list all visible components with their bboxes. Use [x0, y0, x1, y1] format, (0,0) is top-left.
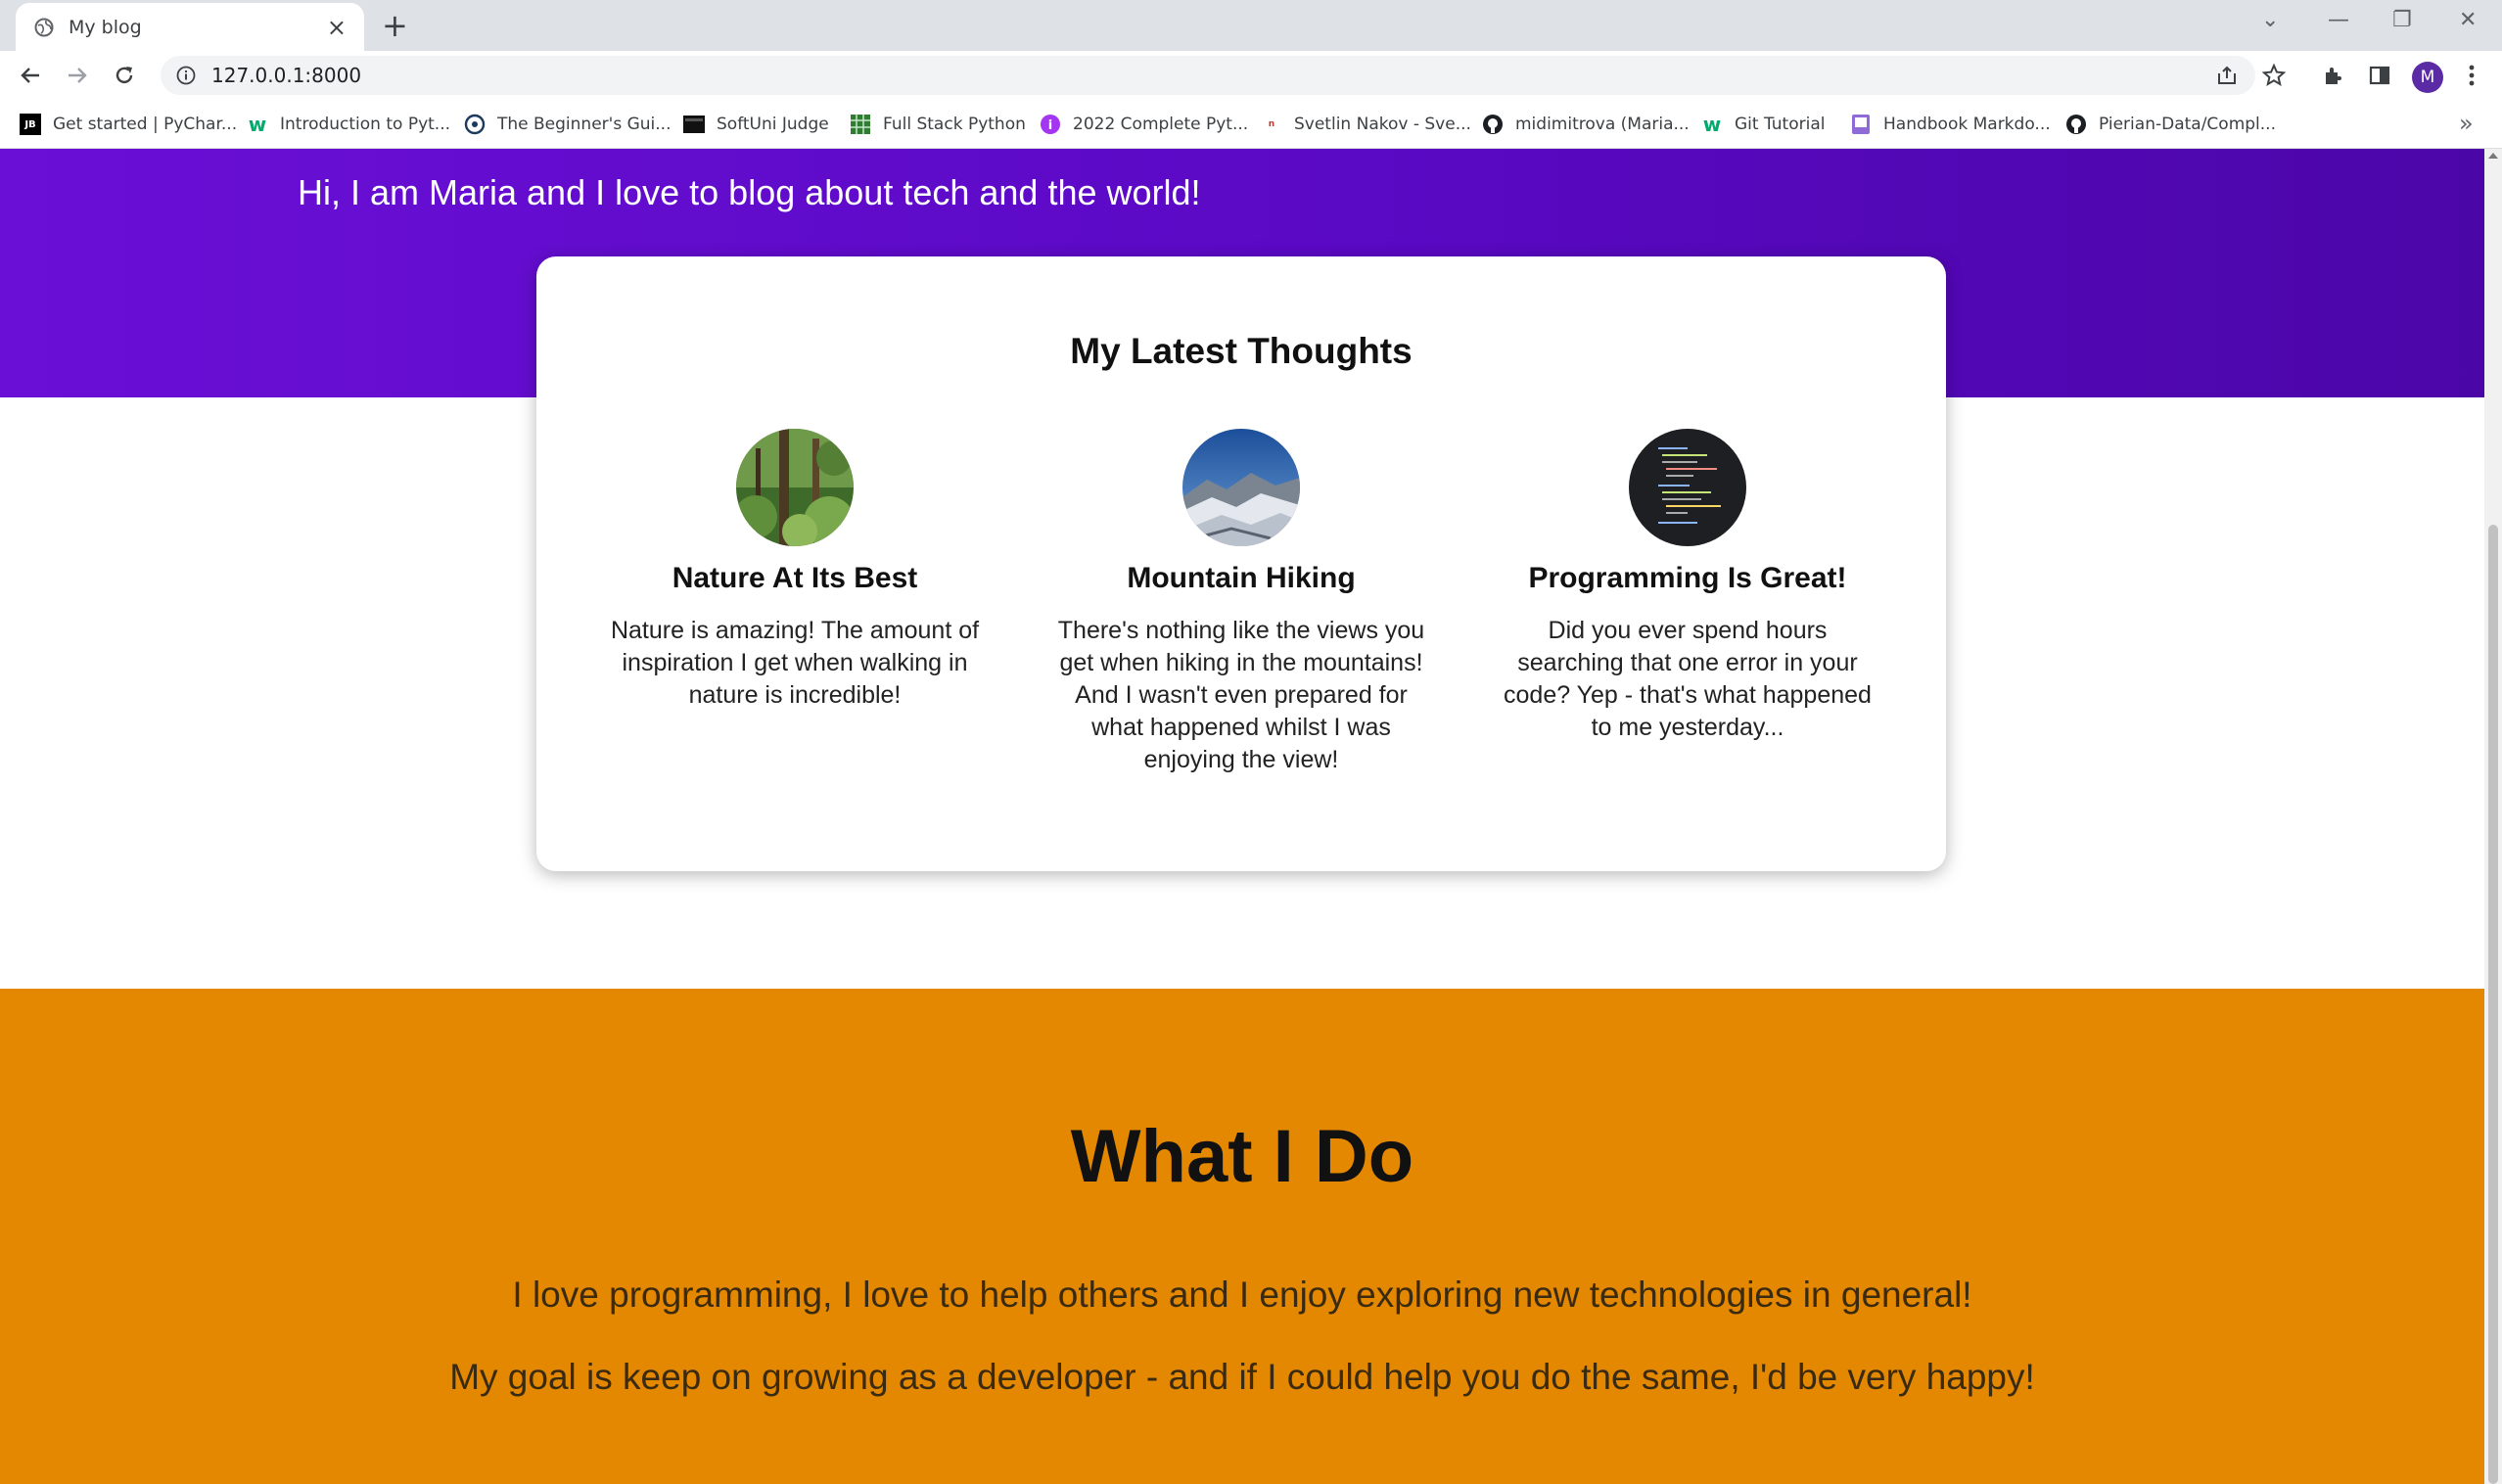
restore-icon[interactable]: ❐ — [2392, 8, 2412, 32]
what-i-do-section: What I Do I love programming, I love to … — [0, 989, 2484, 1484]
close-window-icon[interactable]: ✕ — [2459, 8, 2477, 32]
post-title: Nature At Its Best — [672, 562, 918, 594]
new-tab-icon[interactable]: + — [382, 10, 408, 41]
forward-icon[interactable] — [63, 61, 92, 90]
menu-kebab-icon[interactable] — [2459, 63, 2484, 88]
github-icon — [1482, 114, 1504, 135]
post-card[interactable]: Programming Is Great! Did you ever spend… — [1492, 429, 1883, 744]
hero-tagline: Hi, I am Maria and I love to blog about … — [298, 172, 1201, 212]
bookmark-label: Pierian-Data/Compl... — [2099, 115, 2276, 134]
post-title: Mountain Hiking — [1127, 562, 1356, 594]
what-i-do-title: What I Do — [1070, 1115, 1414, 1198]
bookmark-label: Git Tutorial — [1735, 115, 1826, 134]
bookmark-label: Svetlin Nakov - Sve... — [1294, 115, 1471, 134]
bookmark-label: 2022 Complete Pyt... — [1073, 115, 1249, 134]
scrollbar-thumb[interactable] — [2488, 525, 2498, 1484]
profile-avatar[interactable]: M — [2412, 62, 2443, 93]
what-i-do-paragraph: I love programming, I love to help other… — [512, 1275, 1972, 1315]
address-bar[interactable]: 127.0.0.1:8000 — [161, 56, 2255, 95]
bookmark-star-icon[interactable] — [2261, 63, 2287, 88]
bookmark-label: Get started | PyChar... — [53, 115, 238, 134]
bookmark-item[interactable]: i 2022 Complete Pyt... — [1040, 112, 1248, 137]
udemy-icon: i — [1040, 114, 1061, 135]
scroll-up-arrow-icon[interactable] — [2488, 153, 2498, 159]
bookmark-item[interactable]: Handbook Markdo... — [1850, 112, 2051, 137]
bookmark-item[interactable]: The Beginner's Gui... — [464, 112, 671, 137]
nakov-icon: n — [1268, 119, 1275, 129]
post-description: There's nothing like the views you get w… — [1057, 617, 1425, 773]
site-info-icon[interactable] — [176, 66, 196, 85]
tab-search-icon[interactable]: ⌄ — [2261, 8, 2279, 32]
github-icon — [2065, 114, 2087, 135]
bookmark-label: midimitrova (Maria... — [1515, 115, 1690, 134]
page-scrollbar[interactable] — [2484, 149, 2502, 1484]
bookmark-item[interactable]: SoftUni Judge — [683, 112, 829, 137]
page-viewport: Hi, I am Maria and I love to blog about … — [0, 149, 2484, 1484]
code-image[interactable] — [1629, 429, 1746, 546]
bookmark-label: Handbook Markdo... — [1883, 115, 2051, 134]
minimize-icon[interactable]: — — [2328, 8, 2349, 32]
post-description: Nature is amazing! The amount of inspira… — [610, 617, 980, 709]
bookmark-label: SoftUni Judge — [717, 115, 829, 134]
url-text: 127.0.0.1:8000 — [211, 64, 362, 87]
side-panel-icon[interactable] — [2367, 63, 2392, 88]
svg-text:i: i — [1048, 118, 1052, 133]
bookmark-item[interactable]: Full Stack Python — [850, 112, 1026, 137]
close-tab-icon[interactable]: × — [327, 16, 347, 39]
markdown-icon — [1850, 114, 1872, 135]
bookmark-item[interactable]: Pierian-Data/Compl... — [2065, 112, 2276, 137]
globe-icon — [33, 17, 55, 38]
fullstackpython-icon — [850, 114, 871, 135]
mountain-image[interactable] — [1182, 429, 1300, 546]
jetbrains-icon: JB — [20, 114, 41, 135]
bookmark-label: Introduction to Pyt... — [280, 115, 451, 134]
latest-thoughts-card: My Latest Thoughts Nature At Its Best Na… — [536, 256, 1946, 871]
post-description: Did you ever spend hours searching that … — [1504, 617, 1872, 741]
w3schools-icon: w — [248, 113, 267, 136]
bookmark-item[interactable]: JB Get started | PyChar... — [20, 112, 237, 137]
judge-icon — [683, 114, 705, 135]
latest-thoughts-title: My Latest Thoughts — [1070, 331, 1413, 371]
bookmarks-bar: JB Get started | PyChar... w Introductio… — [0, 100, 2502, 149]
w3schools-icon: w — [1702, 113, 1722, 136]
what-i-do-paragraph: My goal is keep on growing as a develope… — [449, 1357, 2035, 1397]
post-card[interactable]: Mountain Hiking There's nothing like the… — [1045, 429, 1437, 776]
bookmark-item[interactable]: midimitrova (Maria... — [1482, 112, 1690, 137]
browser-toolbar: 127.0.0.1:8000 M — [0, 51, 2502, 100]
bookmark-label: The Beginner's Gui... — [497, 115, 672, 134]
more-bookmarks-icon[interactable]: » — [2459, 110, 2474, 137]
post-card[interactable]: Nature At Its Best Nature is amazing! Th… — [599, 429, 991, 712]
share-icon[interactable] — [2214, 63, 2240, 88]
tab-title: My blog — [69, 16, 142, 38]
bookmark-item[interactable]: n Svetlin Nakov - Sve... — [1261, 112, 1471, 137]
extensions-icon[interactable] — [2320, 63, 2345, 88]
bookmark-label: Full Stack Python — [883, 115, 1026, 134]
tab-strip: My blog × + ⌄ — ❐ ✕ — [0, 0, 2502, 51]
bookmark-item[interactable]: w Introduction to Pyt... — [247, 112, 450, 137]
bookmark-item[interactable]: w Git Tutorial — [1701, 112, 1826, 137]
post-title: Programming Is Great! — [1528, 562, 1847, 594]
python-org-icon — [464, 114, 486, 135]
tab-my-blog[interactable]: My blog × — [16, 3, 364, 51]
forest-image[interactable] — [736, 429, 854, 546]
reload-icon[interactable] — [110, 61, 139, 90]
back-icon[interactable] — [16, 61, 45, 90]
